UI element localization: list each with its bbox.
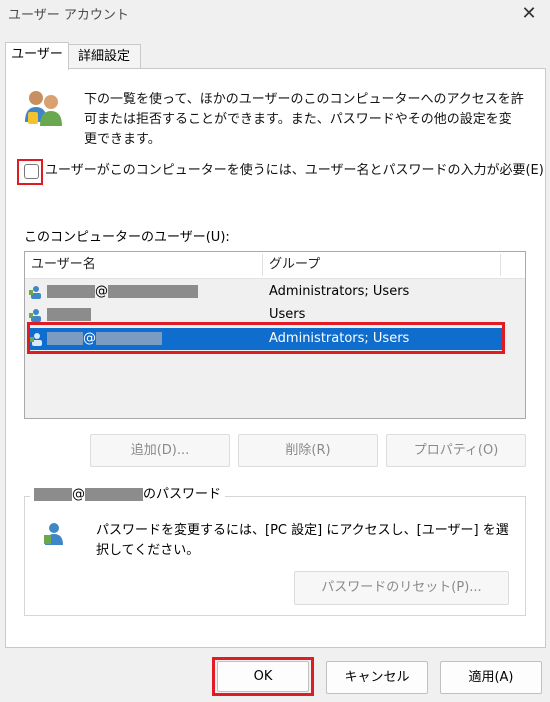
password-group-title: @ のパスワード xyxy=(30,486,226,504)
cancel-button[interactable]: キャンセル xyxy=(326,661,428,694)
users-list-label: このコンピューターのユーザー(U): xyxy=(24,230,230,245)
require-login-label: ユーザーがこのコンピューターを使うには、ユーザー名とパスワードの入力が必要(E) xyxy=(45,163,544,178)
table-row[interactable]: @ Administrators; Users xyxy=(25,281,500,303)
redacted-name xyxy=(34,488,72,501)
redacted-name xyxy=(47,285,95,298)
tab-advanced[interactable]: 詳細設定 xyxy=(67,44,141,69)
add-button[interactable]: 追加(D)... xyxy=(90,434,230,467)
redacted-domain xyxy=(85,488,143,501)
description-text: 下の一覧を使って、ほかのユーザーのこのコンピューターへのアクセスを許可または拒否… xyxy=(84,92,524,147)
users-icon xyxy=(25,91,62,126)
close-icon[interactable]: ✕ xyxy=(516,1,542,27)
window-title: ユーザー アカウント xyxy=(8,8,129,23)
require-login-checkbox[interactable] xyxy=(24,164,39,179)
ok-button[interactable]: OK xyxy=(217,661,309,692)
column-separator xyxy=(500,254,501,276)
annotation-box xyxy=(27,322,505,354)
password-instructions: パスワードを変更するには、[PC 設定] にアクセスし、[ユーザー] を選択して… xyxy=(96,523,509,558)
properties-button[interactable]: プロパティ(O) xyxy=(386,434,526,467)
user-icon xyxy=(29,309,41,322)
column-username[interactable]: ユーザー名 xyxy=(25,252,262,278)
apply-button[interactable]: 適用(A) xyxy=(440,661,542,694)
redacted-domain xyxy=(108,285,198,298)
reset-password-button[interactable]: パスワードのリセット(P)... xyxy=(294,571,509,605)
column-group[interactable]: グループ xyxy=(263,252,500,278)
at-sign: @ xyxy=(95,284,108,299)
user-icon xyxy=(29,286,41,299)
group-cell: Administrators; Users xyxy=(269,284,410,299)
user-key-icon xyxy=(44,523,63,545)
remove-button[interactable]: 削除(R) xyxy=(238,434,378,467)
tab-users[interactable]: ユーザー xyxy=(5,42,69,70)
redacted-name xyxy=(47,308,91,321)
